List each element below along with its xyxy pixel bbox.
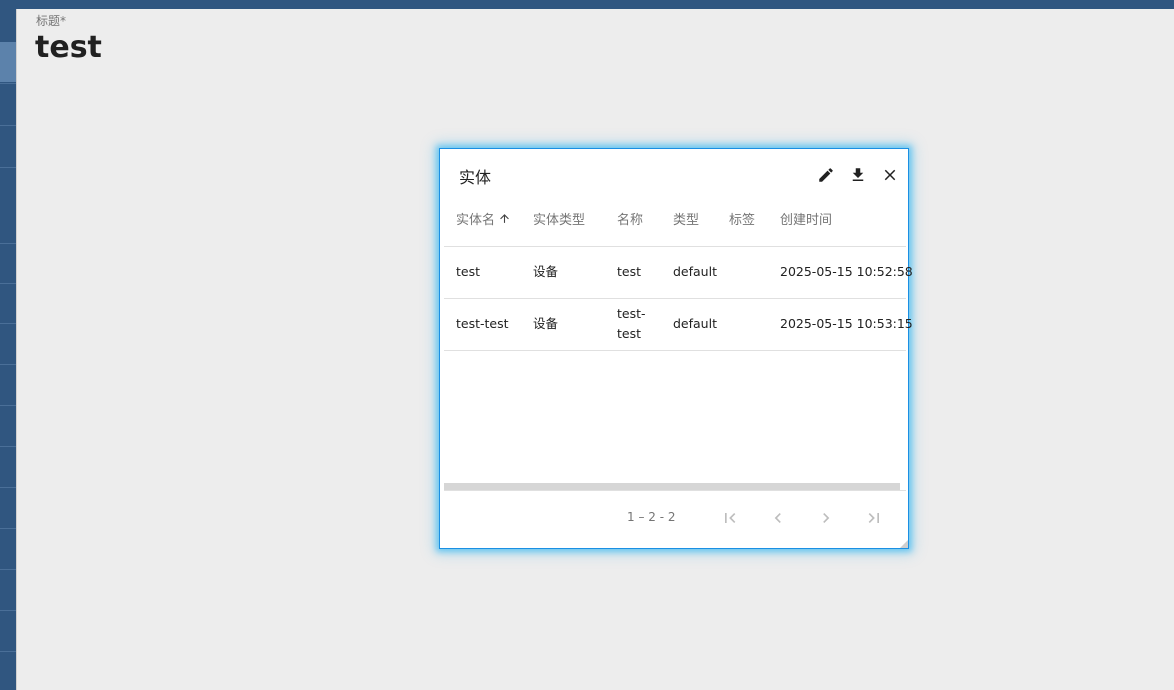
pencil-icon (819, 168, 833, 182)
chevron-left-icon (774, 513, 781, 523)
sidebar-divider (0, 125, 16, 126)
sidebar-divider (0, 283, 16, 284)
cell-name: test (617, 264, 642, 279)
first-page-button[interactable] (718, 506, 742, 530)
widget-title: 实体 (459, 168, 492, 187)
column-header-label[interactable]: 标签 (729, 209, 755, 228)
resize-handle[interactable] (900, 540, 908, 548)
sidebar-divider (0, 528, 16, 529)
column-header-label: 实体名 (456, 213, 496, 228)
sidebar-divider (0, 167, 16, 168)
edit-button[interactable] (814, 163, 838, 187)
row-divider (444, 298, 906, 299)
sidebar-divider (0, 243, 16, 244)
download-icon (852, 168, 864, 181)
top-bar (0, 0, 1174, 9)
close-button[interactable] (878, 163, 902, 187)
header-divider (444, 246, 906, 247)
cell-name-line1: test- (617, 306, 646, 321)
row-divider (444, 350, 906, 351)
pagination-range: 1 – 2 - 2 (627, 510, 676, 524)
sidebar-divider (0, 405, 16, 406)
title-label: 标题* (36, 14, 67, 28)
sidebar-divider (0, 83, 16, 84)
cell-entity-type: 设备 (533, 264, 559, 279)
arrow-up-icon (498, 212, 511, 229)
footer-divider (444, 490, 906, 491)
sidebar-divider (0, 323, 16, 324)
cell-type: default (673, 264, 717, 279)
download-button[interactable] (846, 163, 870, 187)
column-header-name[interactable]: 名称 (617, 209, 643, 228)
close-icon (884, 169, 896, 181)
column-header-entity-name[interactable]: 实体名 (456, 209, 511, 229)
cell-type: default (673, 316, 717, 331)
last-page-button[interactable] (862, 506, 886, 530)
next-page-button[interactable] (814, 506, 838, 530)
left-sidebar (0, 9, 17, 690)
sidebar-divider (0, 610, 16, 611)
last-page-icon (868, 513, 879, 523)
cell-created-time: 2025-05-15 10:53:15 (780, 316, 913, 331)
page-title[interactable]: test (35, 30, 102, 65)
cell-entity-name: test-test (456, 316, 509, 331)
sidebar-divider (0, 364, 16, 365)
chevron-right-icon (823, 513, 830, 523)
horizontal-scrollbar[interactable] (444, 483, 900, 490)
sidebar-divider (0, 651, 16, 652)
cell-name-line2: test (617, 326, 642, 341)
column-header-type[interactable]: 类型 (673, 209, 699, 228)
cell-created-time: 2025-05-15 10:52:58 (780, 264, 913, 279)
column-header-created-time[interactable]: 创建时间 (780, 209, 832, 228)
previous-page-button[interactable] (766, 506, 790, 530)
sidebar-divider (0, 446, 16, 447)
cell-entity-type: 设备 (533, 316, 559, 331)
sidebar-divider (0, 569, 16, 570)
column-header-entity-type[interactable]: 实体类型 (533, 209, 585, 228)
cell-entity-name: test (456, 264, 481, 279)
sidebar-active-item[interactable] (0, 42, 16, 82)
first-page-icon (725, 513, 736, 523)
sidebar-divider (0, 487, 16, 488)
entity-table-widget[interactable]: 实体 实体名 实体类型 名称 类型 标签 创建时间 test 设备 test d… (439, 148, 913, 549)
